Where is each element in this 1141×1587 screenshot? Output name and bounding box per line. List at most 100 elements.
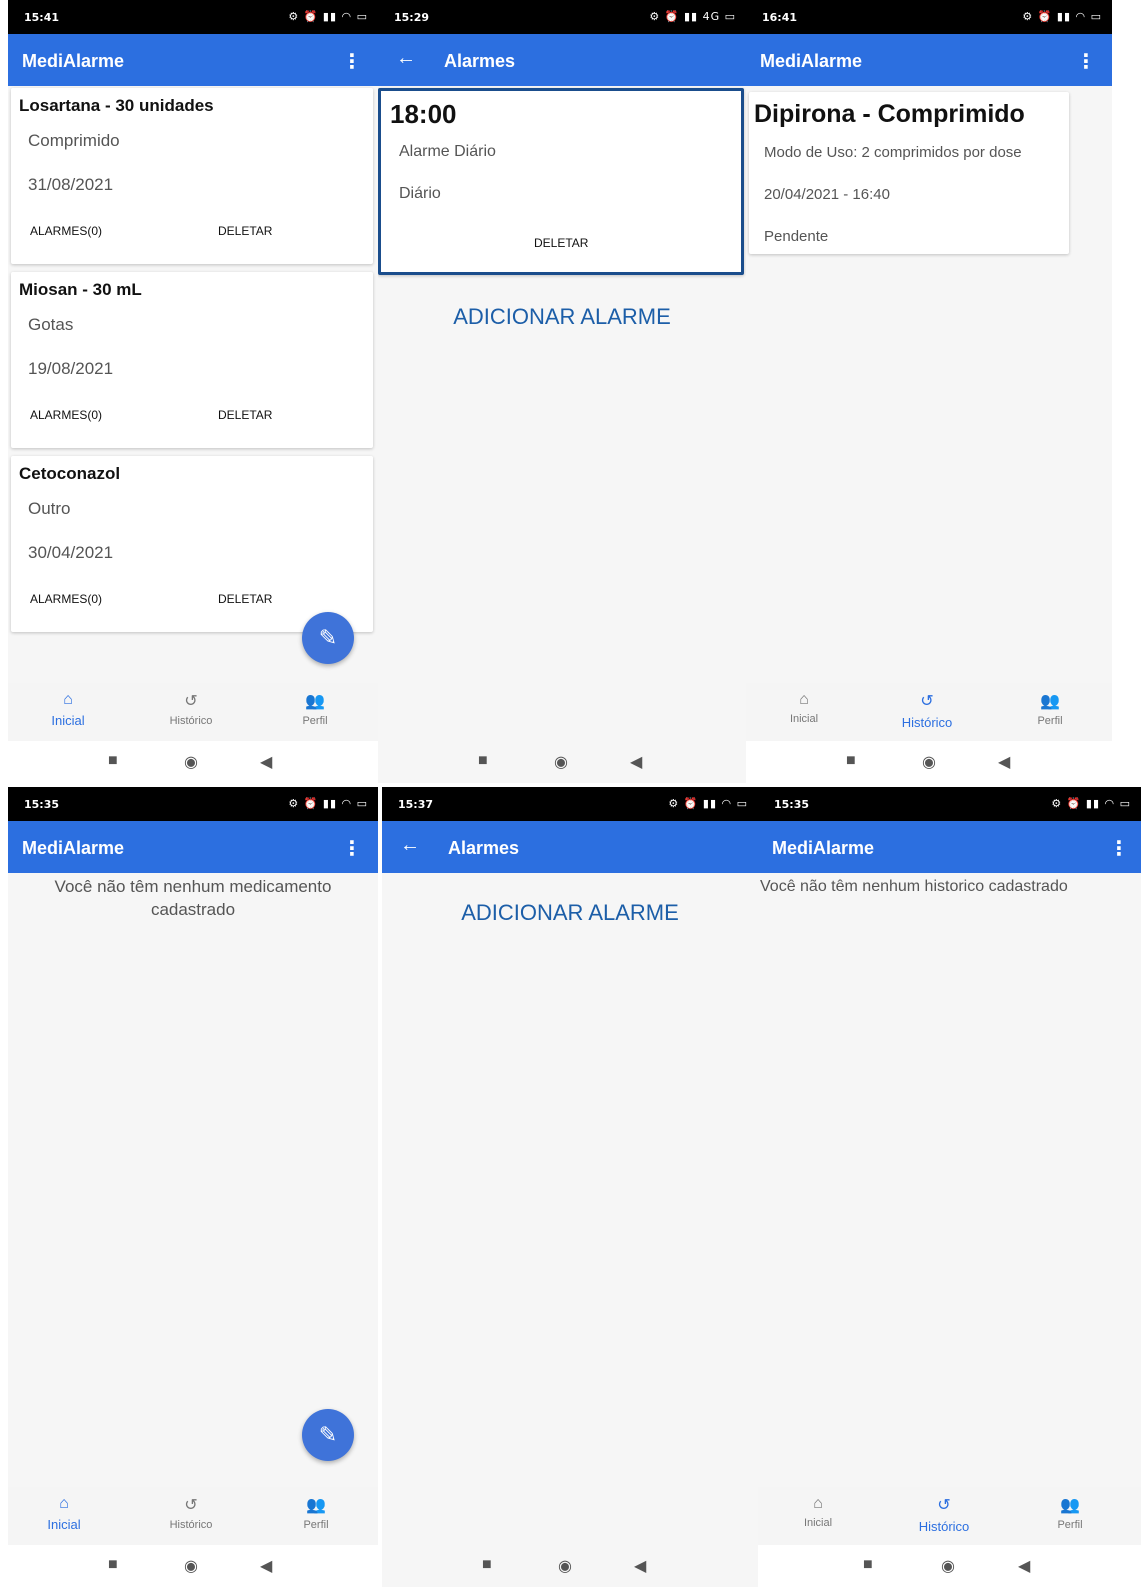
nav-item-home[interactable]: ⌂ Inicial (764, 683, 844, 725)
medication-date: 31/08/2021 (28, 175, 114, 194)
medication-card: Losartana - 30 unidades Comprimido 31/08… (11, 88, 373, 264)
empty-state-message: Você não têm nenhum historico cadastrado (760, 878, 1068, 895)
status-bar: 16:41 ⚙ ⏰ ▮▮ ◠ ▭ (746, 0, 1112, 34)
back-system-icon[interactable]: ◀ (260, 752, 272, 772)
nav-item-profile[interactable]: 👥 Perfil (276, 1487, 356, 1531)
home-button-icon[interactable]: ◉ (184, 1556, 198, 1576)
bottom-navigation: ⌂ Inicial ↺ Histórico 👥 Perfil (746, 683, 1112, 741)
recents-icon[interactable]: ■ (863, 1556, 873, 1574)
people-icon: 👥 (1060, 1497, 1080, 1514)
home-button-icon[interactable]: ◉ (922, 752, 936, 772)
nav-label-history: Histórico (901, 715, 953, 730)
nav-item-history[interactable]: ↺ Histórico (904, 1487, 984, 1534)
app-title: MediAlarme (22, 51, 125, 71)
medication-name: Cetoconazol (19, 464, 121, 483)
add-alarm-button[interactable]: ADICIONAR ALARME (382, 900, 758, 926)
people-icon: 👥 (305, 693, 325, 710)
app-title: MediAlarme (772, 838, 875, 858)
recents-icon[interactable]: ■ (478, 752, 488, 770)
nav-label-home: Inicial (789, 713, 819, 725)
nav-item-history[interactable]: ↺ Histórico (887, 683, 967, 730)
nav-item-profile[interactable]: 👥 Perfil (1010, 683, 1090, 727)
alarms-button[interactable]: ALARMES(0) (30, 408, 102, 422)
overflow-menu-icon[interactable]: ⋮ (1076, 49, 1096, 74)
recents-icon[interactable]: ■ (108, 752, 118, 770)
back-system-icon[interactable]: ◀ (998, 752, 1010, 772)
screen-history-empty: 15:35 ⚙ ⏰ ▮▮ ◠ ▭ MediAlarme ⋮ Você não t… (758, 787, 1141, 1587)
status-icons: ⚙ ⏰ ▮▮ ◠ ▭ (288, 797, 368, 810)
nav-item-profile[interactable]: 👥 Perfil (275, 683, 355, 727)
screen-history: 16:41 ⚙ ⏰ ▮▮ ◠ ▭ MediAlarme ⋮ Dipirona -… (746, 0, 1112, 783)
history-icon: ↺ (184, 693, 198, 710)
back-system-icon[interactable]: ◀ (260, 1556, 272, 1576)
home-button-icon[interactable]: ◉ (554, 752, 568, 772)
bottom-navigation: ⌂ Inicial ↺ Histórico 👥 Perfil (758, 1487, 1141, 1545)
app-bar: MediAlarme ⋮ (758, 821, 1141, 873)
status-icons: ⚙ ⏰ ▮▮ 4G ▭ (649, 10, 736, 23)
medication-name: Losartana - 30 unidades (19, 96, 214, 115)
status-time: 15:29 (394, 11, 430, 24)
home-icon: ⌂ (799, 691, 809, 708)
back-system-icon[interactable]: ◀ (1018, 1556, 1030, 1576)
history-status: Pendente (764, 228, 829, 245)
back-arrow-icon[interactable]: ← (400, 834, 420, 857)
nav-item-home[interactable]: ⌂ Inicial (28, 683, 108, 728)
overflow-menu-icon[interactable]: ⋮ (342, 836, 362, 861)
overflow-menu-icon[interactable]: ⋮ (342, 49, 362, 74)
medication-card: Cetoconazol Outro 30/04/2021 ALARMES(0) … (11, 456, 373, 632)
delete-button[interactable]: DELETAR (218, 224, 272, 238)
history-title: Dipirona - Comprimido (754, 100, 1025, 128)
recents-icon[interactable]: ■ (846, 752, 856, 770)
recents-icon[interactable]: ■ (482, 1556, 492, 1574)
system-navigation-bar: ■ ◉ ◀ (378, 741, 746, 783)
bottom-navigation: ⌂ Inicial ↺ Histórico 👥 Perfil (8, 1487, 378, 1545)
medication-form: Gotas (28, 315, 74, 334)
delete-button[interactable]: DELETAR (218, 408, 272, 422)
nav-item-home[interactable]: ⌂ Inicial (778, 1487, 858, 1529)
people-icon: 👥 (1040, 693, 1060, 710)
delete-button[interactable]: DELETAR (218, 592, 272, 606)
recents-icon[interactable]: ■ (108, 1556, 118, 1574)
home-icon: ⌂ (813, 1495, 823, 1512)
status-time: 15:37 (398, 798, 434, 811)
pencil-icon: ✎ (318, 625, 338, 650)
nav-item-profile[interactable]: 👥 Perfil (1030, 1487, 1110, 1531)
back-system-icon[interactable]: ◀ (630, 752, 642, 772)
alarm-time: 18:00 (390, 99, 457, 129)
system-navigation-bar: ■ ◉ ◀ (8, 741, 378, 783)
status-bar: 15:37 ⚙ ⏰ ▮▮ ◠ ▭ (382, 787, 758, 821)
add-alarm-button[interactable]: ADICIONAR ALARME (378, 304, 746, 330)
alarms-button[interactable]: ALARMES(0) (30, 224, 102, 238)
home-button-icon[interactable]: ◉ (558, 1556, 572, 1576)
alarms-button[interactable]: ALARMES(0) (30, 592, 102, 606)
nav-label-profile: Perfil (303, 1519, 329, 1531)
status-icons: ⚙ ⏰ ▮▮ ◠ ▭ (1051, 797, 1131, 810)
nav-item-history[interactable]: ↺ Histórico (151, 683, 231, 727)
app-bar: ← Alarmes (382, 821, 758, 873)
status-bar: 15:29 ⚙ ⏰ ▮▮ 4G ▭ (378, 0, 746, 34)
edit-fab-button[interactable]: ✎ (302, 612, 354, 664)
status-time: 15:35 (774, 798, 810, 811)
system-navigation-bar: ■ ◉ ◀ (382, 1545, 758, 1587)
nav-label-home: Inicial (51, 713, 85, 728)
medication-form: Comprimido (28, 131, 120, 150)
edit-fab-button[interactable]: ✎ (302, 1409, 354, 1461)
alarm-frequency: Diário (399, 185, 441, 202)
home-button-icon[interactable]: ◉ (184, 752, 198, 772)
back-arrow-icon[interactable]: ← (396, 47, 416, 70)
medication-name: Miosan - 30 mL (19, 280, 142, 299)
delete-button[interactable]: DELETAR (534, 236, 588, 250)
bottom-navigation: ⌂ Inicial ↺ Histórico 👥 Perfil (8, 683, 378, 741)
app-bar: MediAlarme ⋮ (8, 821, 378, 873)
people-icon: 👥 (306, 1497, 326, 1514)
home-button-icon[interactable]: ◉ (941, 1556, 955, 1576)
medication-date: 30/04/2021 (28, 543, 114, 562)
nav-item-home[interactable]: ⌂ Inicial (24, 1487, 104, 1532)
back-system-icon[interactable]: ◀ (634, 1556, 646, 1576)
nav-item-history[interactable]: ↺ Histórico (151, 1487, 231, 1531)
system-navigation-bar: ■ ◉ ◀ (758, 1545, 1141, 1587)
screen-alarms-list: 15:29 ⚙ ⏰ ▮▮ 4G ▭ ← Alarmes 18:00 Alarme… (378, 0, 746, 783)
nav-label-home: Inicial (803, 1517, 833, 1529)
overflow-menu-icon[interactable]: ⋮ (1109, 836, 1129, 861)
history-datetime: 20/04/2021 - 16:40 (764, 186, 890, 203)
